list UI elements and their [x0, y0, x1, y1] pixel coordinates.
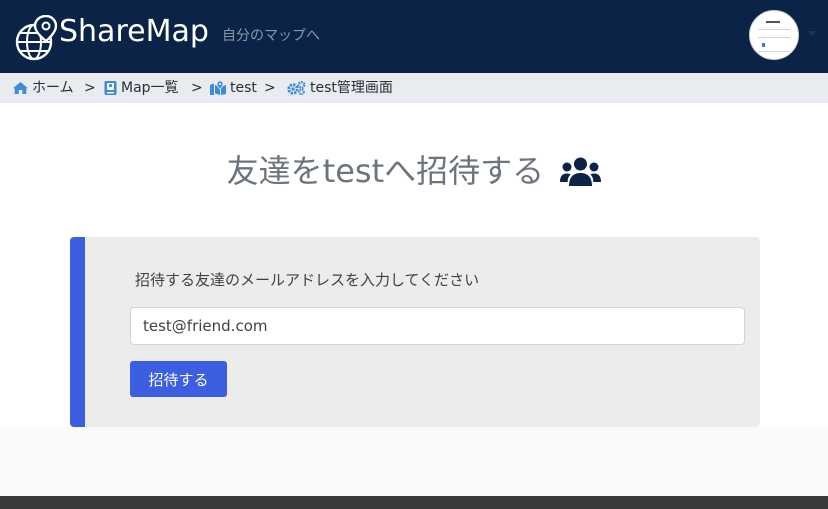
page-title-text: 友達をtestへ招待する [226, 152, 545, 190]
breadcrumb: ホーム > Map一覧 > test > test管理画面 [0, 73, 828, 103]
home-icon [13, 82, 28, 94]
user-avatar[interactable] [749, 10, 799, 60]
breadcrumb-label: Map一覧 [121, 80, 179, 96]
brand-tagline[interactable]: 自分のマップへ [222, 27, 320, 45]
brand-name[interactable]: ShareMap [59, 14, 209, 50]
content-bottom-area [0, 427, 828, 496]
email-field[interactable] [130, 307, 745, 345]
page-title: 友達をtestへ招待する [0, 148, 828, 192]
breadcrumb-item-test-admin[interactable]: test管理画面 [287, 79, 393, 97]
breadcrumb-separator: > [84, 80, 96, 96]
breadcrumb-separator: > [191, 80, 203, 96]
map-icon [210, 81, 226, 95]
globe-pin-logo-icon[interactable] [15, 15, 57, 61]
invite-button[interactable]: 招待する [130, 361, 227, 397]
email-field-label: 招待する友達のメールアドレスを入力してください [135, 271, 480, 289]
chevron-down-icon[interactable] [808, 31, 816, 36]
breadcrumb-label: ホーム [32, 80, 74, 96]
navbar: ShareMap 自分のマップへ [0, 0, 828, 73]
breadcrumb-item-test[interactable]: test [210, 79, 257, 97]
gears-icon [287, 81, 306, 95]
footer [0, 496, 828, 509]
breadcrumb-item-home[interactable]: ホーム [13, 79, 74, 97]
users-icon [560, 157, 602, 186]
invite-card: 招待する友達のメールアドレスを入力してください 招待する [70, 237, 760, 427]
breadcrumb-item-map-list[interactable]: Map一覧 [104, 79, 179, 97]
breadcrumb-label: test [230, 80, 257, 96]
address-book-icon [104, 81, 117, 95]
breadcrumb-separator: > [264, 80, 276, 96]
breadcrumb-label: test管理画面 [310, 80, 393, 96]
avatar-thumbnail-title [766, 21, 780, 23]
